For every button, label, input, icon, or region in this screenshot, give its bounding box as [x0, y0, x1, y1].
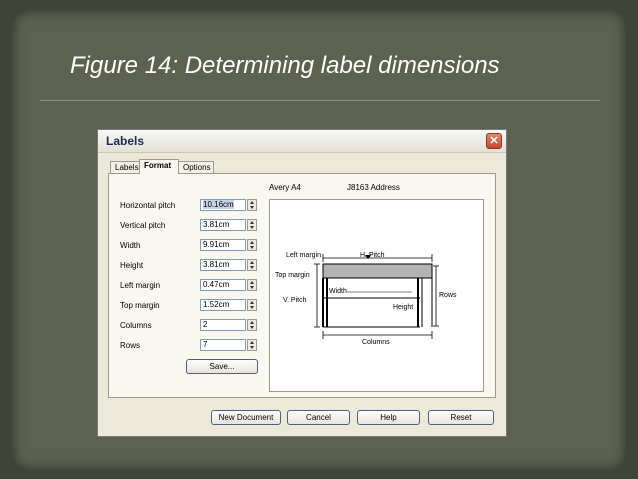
rows-input[interactable]: 7	[200, 339, 246, 351]
top-margin-input[interactable]: 1.52cm	[200, 299, 246, 311]
preview-brand: Avery A4	[269, 183, 301, 192]
left-margin-input[interactable]: 0.47cm	[200, 279, 246, 291]
vertical-pitch-input[interactable]: 3.81cm	[200, 219, 246, 231]
close-icon[interactable]: ✕	[486, 133, 502, 149]
format-panel: Horizontal pitch 10.16cm Vertical pitch …	[108, 173, 496, 398]
preview-columns: Columns	[362, 339, 390, 346]
help-button[interactable]: Help	[357, 410, 420, 425]
preview-height: Height	[393, 304, 414, 311]
columns-input[interactable]: 2	[200, 319, 246, 331]
horizontal-pitch-input[interactable]: 10.16cm	[200, 199, 246, 211]
height-spinner[interactable]	[247, 259, 257, 271]
label-preview: Left margin H. Pitch Top margin V. Pitch…	[269, 199, 484, 392]
tab-options[interactable]: Options	[178, 161, 214, 173]
dialog-title: Labels	[106, 134, 145, 148]
preview-left-margin: Left margin	[286, 252, 322, 259]
left-margin-spinner[interactable]	[247, 279, 257, 291]
tab-format[interactable]: Format	[139, 159, 179, 174]
preview-rows: Rows	[439, 292, 457, 299]
field-label-top-margin: Top margin	[120, 301, 160, 310]
field-label-horizontal-pitch: Horizontal pitch	[120, 201, 176, 210]
preview-h-pitch: H. Pitch	[360, 252, 385, 259]
columns-spinner[interactable]	[247, 319, 257, 331]
field-label-left-margin: Left margin	[120, 281, 161, 290]
preview-v-pitch: V. Pitch	[283, 297, 307, 304]
cancel-button[interactable]: Cancel	[287, 410, 350, 425]
height-input[interactable]: 3.81cm	[200, 259, 246, 271]
title-divider	[40, 100, 600, 101]
vertical-pitch-spinner[interactable]	[247, 219, 257, 231]
labels-dialog: Labels ✕ Labels Format Options Horizonta…	[97, 129, 507, 437]
preview-width: Width	[329, 288, 347, 295]
field-label-columns: Columns	[120, 321, 152, 330]
rows-spinner[interactable]	[247, 339, 257, 351]
new-document-button[interactable]: New Document	[211, 410, 281, 425]
width-input[interactable]: 9.91cm	[200, 239, 246, 251]
field-label-vertical-pitch: Vertical pitch	[120, 221, 166, 230]
width-spinner[interactable]	[247, 239, 257, 251]
preview-top-margin: Top margin	[275, 272, 310, 279]
field-label-height: Height	[120, 261, 144, 270]
field-label-width: Width	[120, 241, 141, 250]
reset-button[interactable]: Reset	[428, 410, 494, 425]
dialog-titlebar[interactable]: Labels ✕	[98, 130, 506, 153]
top-margin-spinner[interactable]	[247, 299, 257, 311]
preview-product: J8163 Address	[347, 183, 400, 192]
horizontal-pitch-spinner[interactable]	[247, 199, 257, 211]
tab-labels[interactable]: Labels	[110, 161, 140, 173]
horizontal-pitch-value: 10.16cm	[203, 200, 234, 209]
field-label-rows: Rows	[120, 341, 141, 350]
save-button[interactable]: Save...	[186, 359, 258, 374]
slide-title: Figure 14: Determining label dimensions	[70, 52, 500, 79]
